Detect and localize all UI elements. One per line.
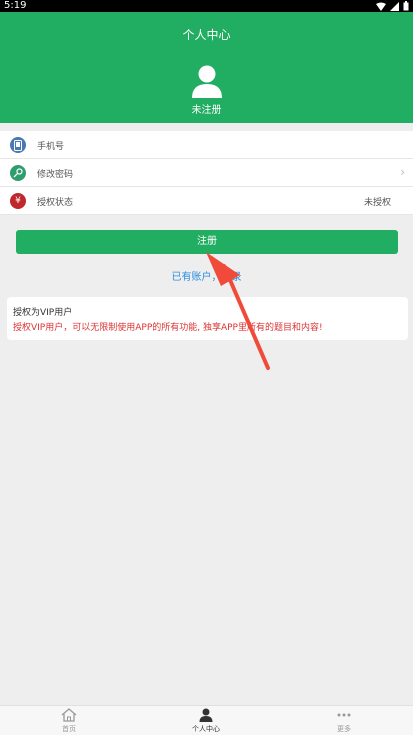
phone-icon <box>10 137 26 153</box>
vip-description: 授权VIP用户，可以无限制使用APP的所有功能, 独享APP里所有的题目和内容! <box>13 323 323 333</box>
menu-item-label: 授权状态 <box>37 198 74 208</box>
tab-more[interactable]: 更多 <box>304 708 384 734</box>
tab-label: 个人中心 <box>192 725 220 733</box>
login-link[interactable]: 已有账户，登录 <box>0 268 413 283</box>
menu-item-change-password[interactable]: 修改密码 › <box>0 159 413 187</box>
more-icon <box>337 713 351 717</box>
bottom-tab-bar: 首页 个人中心 更多 <box>0 705 413 735</box>
user-status: 未注册 <box>191 105 222 116</box>
menu-item-auth-status[interactable]: ¥ 授权状态 未授权 <box>0 187 413 215</box>
wifi-icon <box>376 2 386 11</box>
signal-icon <box>390 1 399 11</box>
vip-title: 授权为VIP用户 <box>13 308 73 318</box>
tab-home[interactable]: 首页 <box>29 708 109 734</box>
chevron-right-icon: › <box>400 165 405 179</box>
vip-card[interactable]: 授权为VIP用户 授权VIP用户，可以无限制使用APP的所有功能, 独享APP里… <box>7 297 408 340</box>
menu-item-label: 手机号 <box>37 142 65 152</box>
status-time: 5:19 <box>4 0 27 11</box>
menu-item-phone[interactable]: 手机号 <box>0 131 413 159</box>
page-title: 个人中心 <box>182 28 231 42</box>
status-bar: 5:19 <box>0 0 413 12</box>
register-button[interactable]: 注册 <box>16 230 398 254</box>
yen-icon: ¥ <box>10 193 26 209</box>
home-icon <box>61 708 77 722</box>
menu-item-label: 修改密码 <box>37 170 74 180</box>
tab-label: 更多 <box>337 725 351 733</box>
tab-label: 首页 <box>62 725 76 733</box>
battery-icon <box>403 1 409 11</box>
person-icon <box>199 708 213 722</box>
settings-menu: 手机号 修改密码 › ¥ 授权状态 未授权 <box>0 131 413 215</box>
system-icons <box>376 1 409 11</box>
auth-status-value: 未授权 <box>363 198 391 208</box>
tab-profile[interactable]: 个人中心 <box>166 708 246 734</box>
profile-header: 个人中心 未注册 <box>0 12 413 123</box>
avatar-icon[interactable] <box>191 64 223 98</box>
key-icon <box>10 165 26 181</box>
